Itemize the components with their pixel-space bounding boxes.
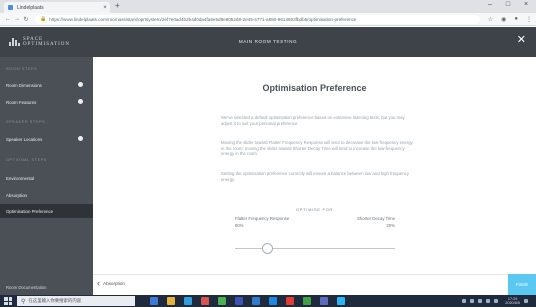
app-icon[interactable] xyxy=(303,297,311,305)
optimise-for-label: OPTIMISE FOR xyxy=(295,207,334,212)
search-icon: ⚲ xyxy=(21,298,26,305)
app-icon[interactable] xyxy=(201,297,209,305)
profile-icon[interactable]: ● xyxy=(514,16,518,23)
app-icon[interactable] xyxy=(252,297,260,305)
main-content: Optimisation Preference We've selected a… xyxy=(93,57,536,295)
header-title: MAIN ROOM TESTING xyxy=(238,39,298,44)
app-icon[interactable] xyxy=(269,297,277,305)
sidebar-section-label: SPEAKER STEPS xyxy=(6,120,46,124)
back-button-label: Absorption xyxy=(103,281,125,286)
browser-toolbar-icons: ☆ ◉ ● ⋮ xyxy=(488,16,532,23)
step-navigation-bar: ‹ Absorption Finish xyxy=(93,274,536,295)
optimisation-slider-handle[interactable] xyxy=(261,243,273,254)
sidebar-item-label: Speaker Locations xyxy=(6,136,43,142)
lock-icon: 🔒 xyxy=(40,16,47,22)
favicon-icon xyxy=(8,5,13,10)
maximize-button[interactable]: □ xyxy=(504,1,512,8)
sidebar-item-absorption[interactable]: Absorption xyxy=(0,188,93,202)
app-header: SPACE OPTIMISATION MAIN ROOM TESTING ✕ xyxy=(0,27,536,57)
sidebar-item-label: Room Dimensions xyxy=(6,82,42,88)
minimize-button[interactable]: – xyxy=(486,1,494,8)
url-text: https://www.lindelplaats.com/roomassista… xyxy=(49,16,357,22)
sidebar: ROOM STEPS Room Dimensions Room Features… xyxy=(0,57,93,295)
taskbar-search-placeholder: 在这里输入你要搜索的内容 xyxy=(28,298,82,303)
system-tray: 17:29 2020/8/5 xyxy=(462,297,528,305)
sidebar-item-room-features[interactable]: Room Features xyxy=(0,95,93,109)
browser-tab-bar: Lindelplaats × + – □ × xyxy=(0,0,536,13)
chrome-icon[interactable] xyxy=(218,297,226,305)
sidebar-item-speaker-locations[interactable]: Speaker Locations xyxy=(0,132,93,146)
sidebar-item-room-dimensions[interactable]: Room Dimensions xyxy=(0,78,93,92)
tab-close-icon[interactable]: × xyxy=(100,5,110,11)
window-close-button[interactable]: × xyxy=(522,1,530,8)
sidebar-item-optimisation-preference[interactable]: Optimisation Preference xyxy=(0,204,93,218)
step-complete-icon xyxy=(78,82,83,87)
finish-button[interactable]: Finish xyxy=(508,274,536,295)
sidebar-item-label: Absorption xyxy=(6,192,27,198)
app-icon[interactable] xyxy=(235,297,243,305)
sidebar-section-speaker-steps: SPEAKER STEPS xyxy=(0,115,93,129)
sidebar-section-room-steps: ROOM STEPS xyxy=(0,62,93,76)
sidebar-section-optional-steps: OPTIONAL STEPS xyxy=(0,153,93,167)
window-controls: – □ × xyxy=(486,1,530,8)
sidebar-item-label: Optimisation Preference xyxy=(6,208,54,214)
forward-arrow-icon[interactable]: → xyxy=(13,16,21,22)
notifications-icon[interactable] xyxy=(524,299,528,303)
step-complete-icon xyxy=(78,99,83,104)
extension-icon[interactable]: ◉ xyxy=(501,16,506,23)
shorter-decay-label: Shorter Decay Time xyxy=(357,216,395,221)
network-icon[interactable] xyxy=(478,299,483,303)
address-bar-row: ← → ↻ 🔒 https://www.lindelplaats.com/roo… xyxy=(0,13,536,26)
page-title: Optimisation Preference xyxy=(262,83,367,93)
balance-paragraph: Setting the optimisation preference corr… xyxy=(221,171,409,182)
task-view-icon[interactable] xyxy=(150,297,158,305)
back-arrow-icon[interactable]: ← xyxy=(4,16,12,22)
intro-paragraph: We've selected a default optimisation pr… xyxy=(221,115,405,126)
edge-browser-icon[interactable] xyxy=(184,297,192,305)
app-icon[interactable] xyxy=(337,297,345,305)
flatter-response-label: Flatter Frequency Response xyxy=(235,216,290,221)
tray-icon[interactable] xyxy=(470,299,475,303)
volume-icon[interactable] xyxy=(486,299,491,303)
windows-start-icon[interactable] xyxy=(4,297,12,305)
optimisation-slider-track[interactable] xyxy=(235,248,395,249)
menu-icon[interactable]: ⋮ xyxy=(526,16,532,23)
app-icon[interactable] xyxy=(286,297,294,305)
sidebar-item-environmental[interactable]: Environmental xyxy=(0,171,93,185)
sidebar-item-label: Environmental xyxy=(6,175,35,181)
flatter-response-value: 80% xyxy=(235,223,244,228)
close-icon[interactable]: ✕ xyxy=(517,35,526,46)
shorter-decay-value: 20% xyxy=(386,223,395,228)
address-input[interactable]: 🔒 https://www.lindelplaats.com/roomassis… xyxy=(35,14,480,24)
input-method-icon[interactable] xyxy=(494,299,499,303)
file-explorer-icon[interactable] xyxy=(167,297,175,305)
browser-tab[interactable]: Lindelplaats × xyxy=(4,2,110,13)
step-complete-icon xyxy=(78,136,83,141)
sidebar-item-label: Room Features xyxy=(6,99,37,105)
os-taskbar: ⚲ 在这里输入你要搜索的内容 17:29 2020/8/5 xyxy=(0,295,536,307)
tray-icon[interactable] xyxy=(462,299,467,303)
back-button[interactable]: ‹ Absorption xyxy=(97,279,125,288)
chevron-left-icon: ‹ xyxy=(97,278,100,288)
star-icon[interactable]: ☆ xyxy=(488,16,493,23)
tab-title: Lindelplaats xyxy=(17,4,44,11)
sidebar-section-label: OPTIONAL STEPS xyxy=(6,158,47,162)
clock-date: 2020/8/5 xyxy=(505,301,520,305)
reload-icon[interactable]: ↻ xyxy=(22,16,30,23)
taskbar-apps xyxy=(150,297,345,305)
new-tab-button[interactable]: + xyxy=(115,1,120,10)
sidebar-section-label: ROOM STEPS xyxy=(6,67,38,71)
app-icon[interactable] xyxy=(320,297,328,305)
taskbar-search-box[interactable]: ⚲ 在这里输入你要搜索的内容 xyxy=(17,296,135,306)
room-documentation-link[interactable]: Room Documentation xyxy=(6,285,47,290)
slider-explanation-paragraph: Moving the slider toward Flatter Frequen… xyxy=(221,140,413,157)
system-clock[interactable]: 17:29 2020/8/5 xyxy=(505,297,520,305)
